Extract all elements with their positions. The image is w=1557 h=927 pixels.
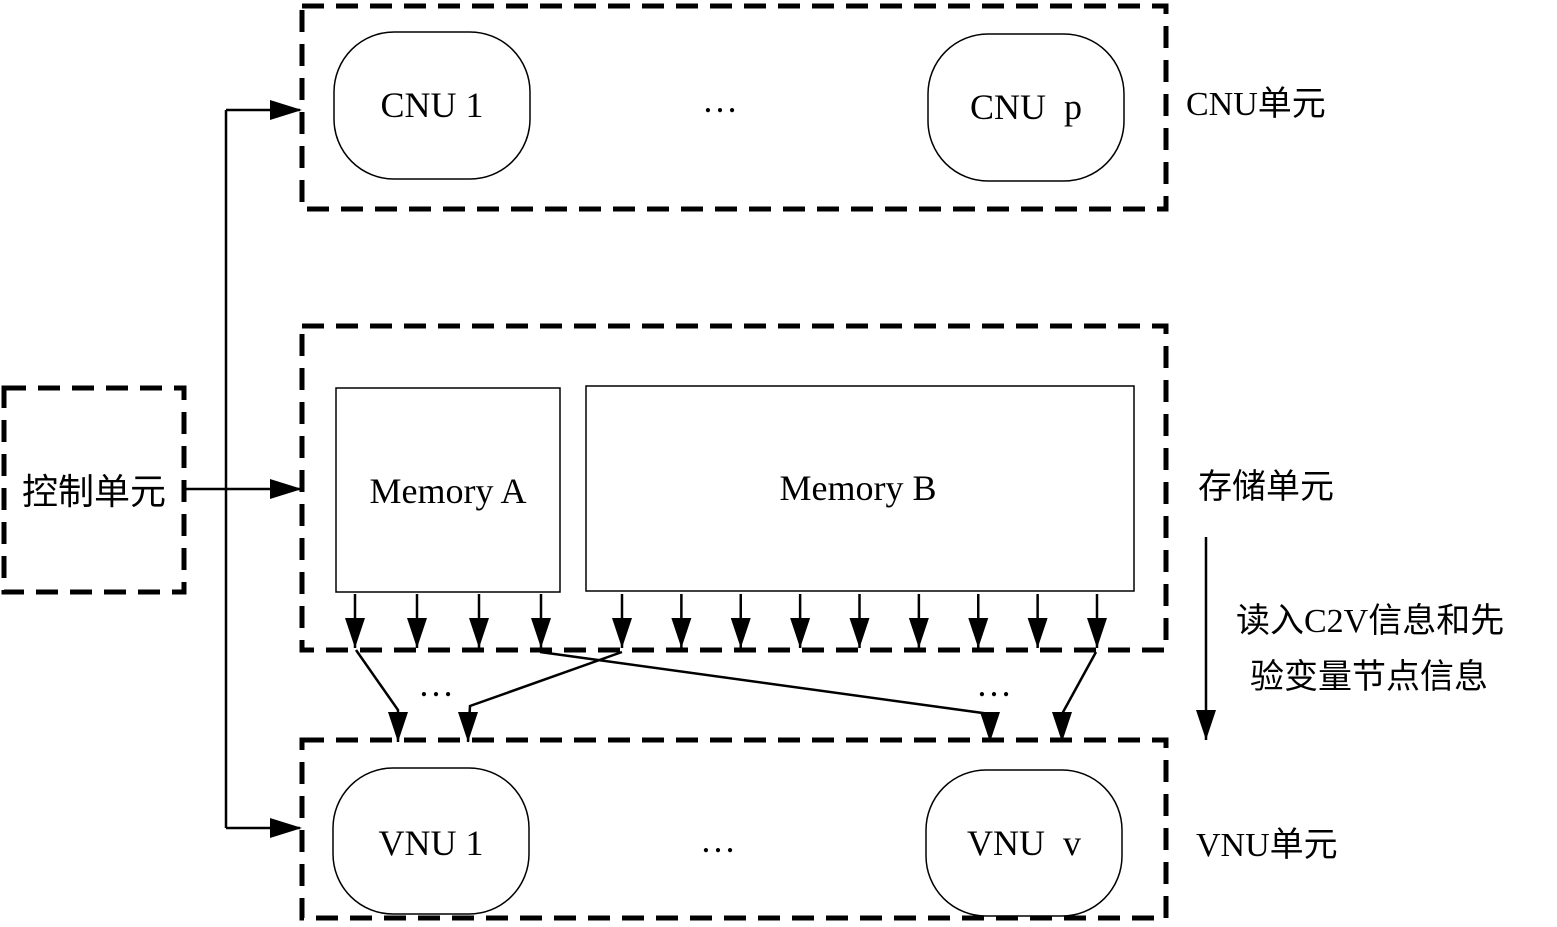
cnu-unit-label: CNU单元	[1186, 86, 1326, 123]
cnu-node-p-label: CNU p	[970, 87, 1082, 127]
cnu-node-1-label: CNU 1	[380, 85, 483, 125]
storage-unit: Memory A Memory B 存储单元	[299, 323, 1334, 653]
control-lines	[184, 100, 302, 838]
flow-annotation: 读入C2V信息和先 验变量节点信息	[1196, 537, 1504, 740]
cnu-unit: CNU 1 … CNU p CNU单元	[299, 3, 1326, 212]
link-memA4-to-vnuv	[539, 650, 1000, 742]
link-memB1-to-vnu1	[458, 650, 623, 743]
diagram-canvas: 控制单元 CNU 1 … CNU p CNU单元 Memory A Memory…	[1, 3, 1504, 921]
vnu-node-1-label: VNU 1	[379, 823, 484, 863]
interconnect-lines: … …	[354, 649, 1098, 743]
cnu-ellipsis: …	[702, 80, 738, 120]
interconnect-ellipsis-right: …	[976, 664, 1012, 704]
flow-annotation-line1: 读入C2V信息和先	[1236, 602, 1504, 640]
control-unit-label: 控制单元	[22, 472, 166, 512]
memory-b-label: Memory B	[780, 468, 937, 508]
vnu-ellipsis: …	[700, 820, 736, 860]
link-memB9-to-vnuv	[1052, 651, 1098, 742]
storage-unit-label: 存储单元	[1198, 468, 1334, 506]
interconnect-ellipsis-left: …	[418, 664, 454, 704]
link-memA1-to-vnu1	[354, 649, 408, 742]
vnu-node-v-label: VNU v	[967, 823, 1081, 863]
vnu-unit-label: VNU单元	[1196, 827, 1338, 864]
vnu-unit: VNU 1 … VNU v VNU单元	[299, 737, 1338, 921]
memory-output-arrows	[345, 594, 1107, 648]
memory-a-label: Memory A	[370, 471, 527, 511]
flow-annotation-line2: 验变量节点信息	[1250, 658, 1488, 696]
control-unit: 控制单元	[1, 385, 187, 595]
